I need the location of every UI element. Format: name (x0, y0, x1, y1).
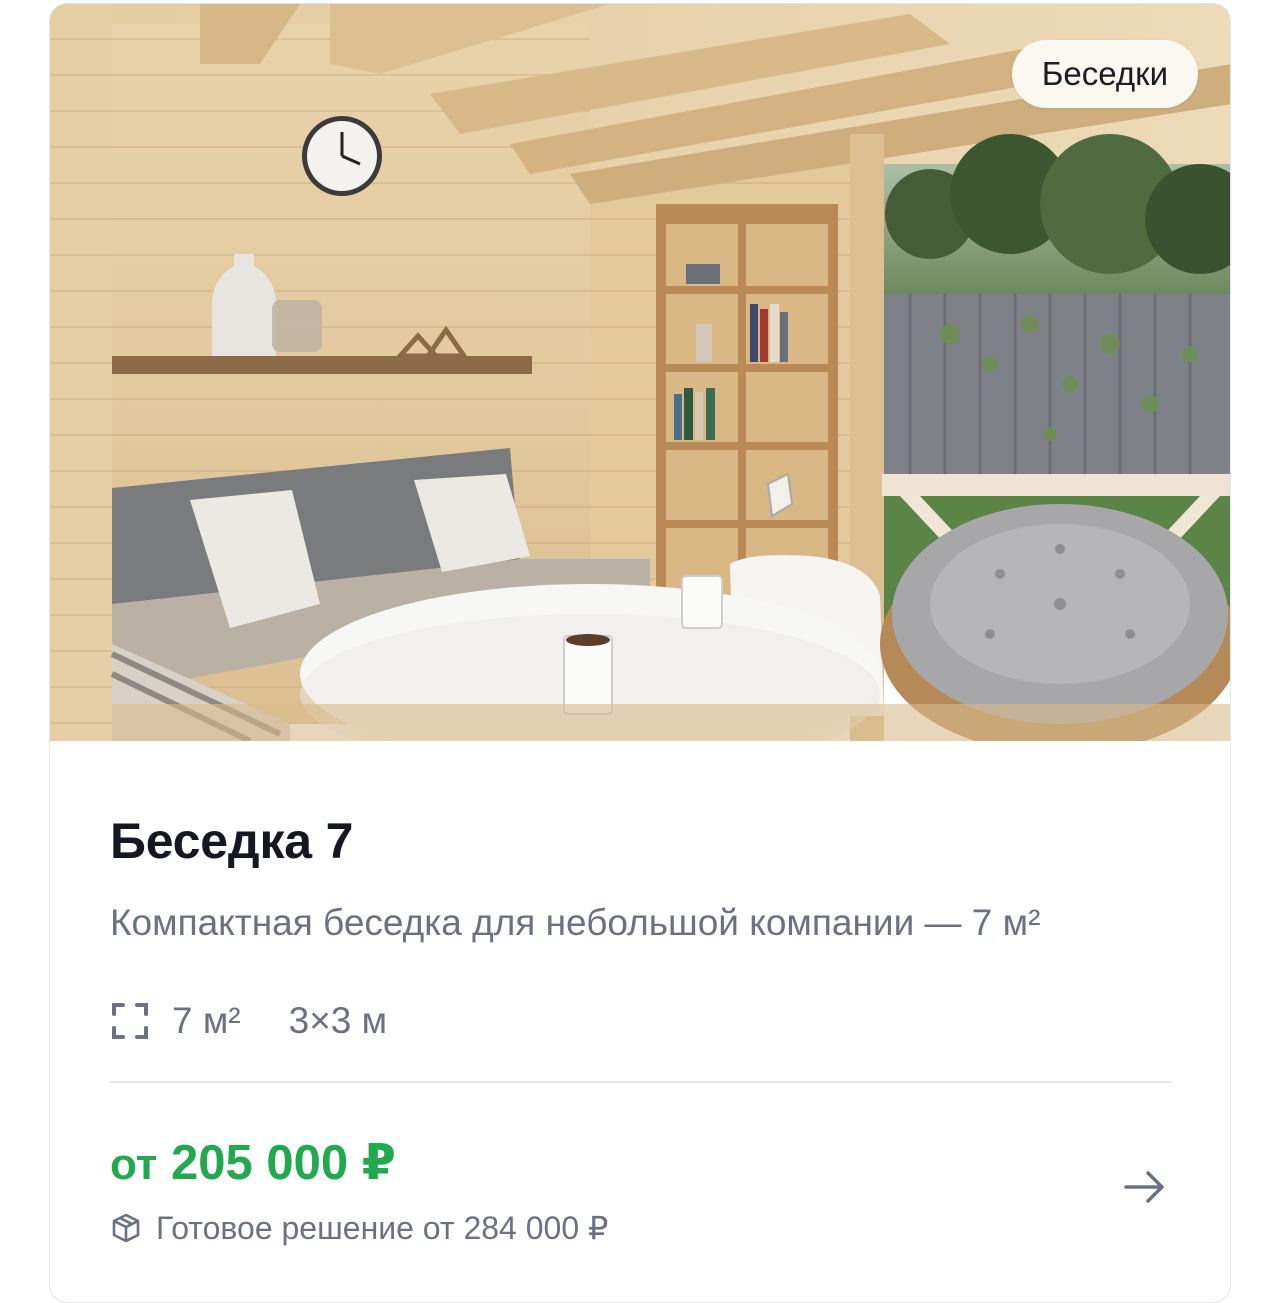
category-badge[interactable]: Беседки (1011, 40, 1198, 108)
box-icon (112, 1213, 140, 1243)
area-frame-icon (112, 1003, 148, 1039)
gazebo-interior-illustration (50, 4, 1230, 741)
product-specs: 7 м² 3×3 м (110, 997, 387, 1045)
ready-solution: Готовое решение от 284 000 ₽ (110, 1206, 608, 1250)
product-card[interactable]: Беседки Беседка 7 Компактная беседка для… (49, 3, 1231, 1303)
price-amount: 205 000 ₽ (170, 1136, 396, 1190)
price-prefix: от (110, 1140, 158, 1189)
price: от 205 000 ₽ (110, 1134, 396, 1191)
product-title[interactable]: Беседка 7 (110, 812, 353, 870)
product-description: Компактная беседка для небольшой компани… (110, 902, 1041, 943)
arrow-right-icon[interactable] (1120, 1162, 1170, 1212)
ready-solution-text: Готовое решение от 284 000 ₽ (156, 1210, 609, 1246)
spec-area: 7 м² (172, 1000, 241, 1041)
product-photo[interactable]: Беседки (50, 4, 1230, 741)
divider (110, 1081, 1172, 1083)
spec-dimensions: 3×3 м (288, 1000, 388, 1041)
